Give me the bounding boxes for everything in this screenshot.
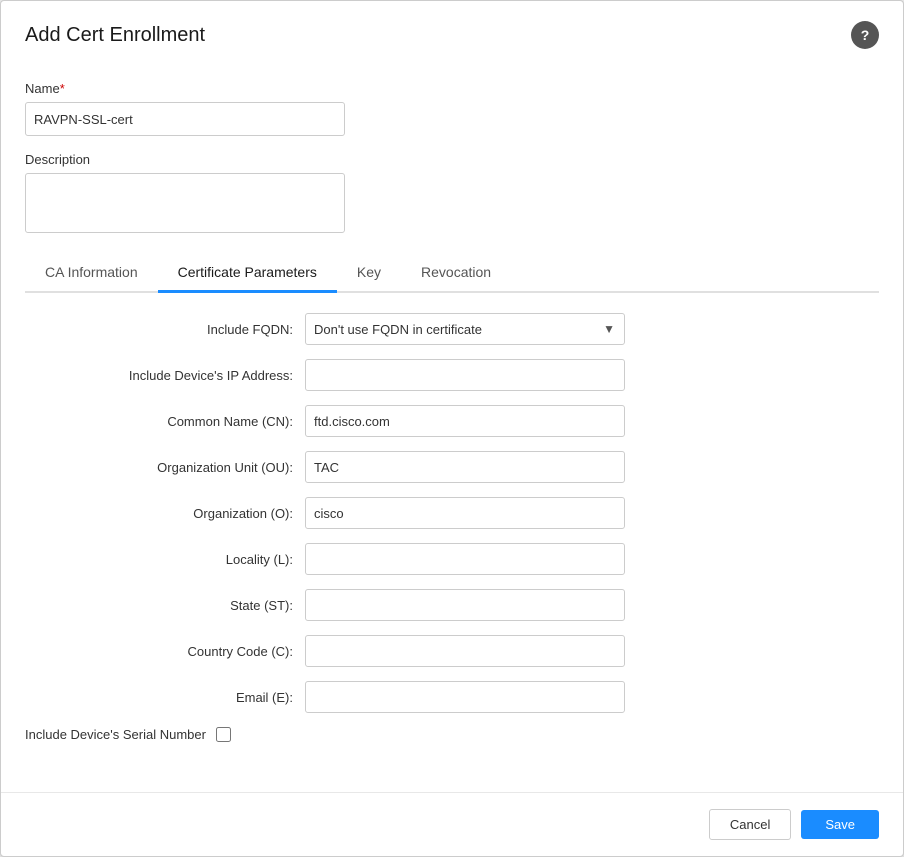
state-input-wrapper xyxy=(305,589,879,621)
fqdn-label: Include FQDN: xyxy=(25,322,305,337)
description-label: Description xyxy=(25,152,879,167)
email-input[interactable] xyxy=(305,681,625,713)
org-unit-row: Organization Unit (OU): xyxy=(25,451,879,483)
name-section: Name* xyxy=(25,81,879,136)
email-row: Email (E): xyxy=(25,681,879,713)
state-label: State (ST): xyxy=(25,598,305,613)
description-section: Description xyxy=(25,152,879,238)
serial-number-checkbox[interactable] xyxy=(216,727,231,742)
fqdn-row: Include FQDN: Don't use FQDN in certific… xyxy=(25,313,879,345)
description-input[interactable] xyxy=(25,173,345,233)
locality-row: Locality (L): xyxy=(25,543,879,575)
name-input[interactable] xyxy=(25,102,345,136)
locality-label: Locality (L): xyxy=(25,552,305,567)
org-unit-input[interactable] xyxy=(305,451,625,483)
dialog-title: Add Cert Enrollment xyxy=(25,24,205,47)
save-button[interactable]: Save xyxy=(801,810,879,839)
org-input[interactable] xyxy=(305,497,625,529)
dialog-body: Name* Description CA Information Certifi… xyxy=(1,65,903,792)
common-name-label: Common Name (CN): xyxy=(25,414,305,429)
email-label: Email (E): xyxy=(25,690,305,705)
fqdn-input-wrapper: Don't use FQDN in certificate Use device… xyxy=(305,313,879,345)
country-code-input[interactable] xyxy=(305,635,625,667)
org-unit-label: Organization Unit (OU): xyxy=(25,460,305,475)
help-icon[interactable]: ? xyxy=(851,21,879,49)
dialog-header: Add Cert Enrollment ? xyxy=(1,1,903,65)
tabs-container: CA Information Certificate Parameters Ke… xyxy=(25,254,879,293)
country-code-input-wrapper xyxy=(305,635,879,667)
common-name-row: Common Name (CN): xyxy=(25,405,879,437)
tab-revocation[interactable]: Revocation xyxy=(401,254,511,293)
serial-number-label: Include Device's Serial Number xyxy=(25,727,206,742)
cancel-button[interactable]: Cancel xyxy=(709,809,791,840)
add-cert-enrollment-dialog: Add Cert Enrollment ? Name* Description … xyxy=(0,0,904,857)
tab-key[interactable]: Key xyxy=(337,254,401,293)
ip-address-input[interactable] xyxy=(305,359,625,391)
fqdn-select[interactable]: Don't use FQDN in certificate Use device… xyxy=(305,313,625,345)
country-code-row: Country Code (C): xyxy=(25,635,879,667)
state-input[interactable] xyxy=(305,589,625,621)
tab-certificate-parameters[interactable]: Certificate Parameters xyxy=(158,254,337,293)
dialog-footer: Cancel Save xyxy=(1,792,903,856)
common-name-input-wrapper xyxy=(305,405,879,437)
ip-address-row: Include Device's IP Address: xyxy=(25,359,879,391)
ip-address-label: Include Device's IP Address: xyxy=(25,368,305,383)
cert-params-content: Include FQDN: Don't use FQDN in certific… xyxy=(25,293,879,776)
serial-number-row: Include Device's Serial Number xyxy=(25,727,879,742)
org-row: Organization (O): xyxy=(25,497,879,529)
org-input-wrapper xyxy=(305,497,879,529)
ip-address-input-wrapper xyxy=(305,359,879,391)
state-row: State (ST): xyxy=(25,589,879,621)
country-code-label: Country Code (C): xyxy=(25,644,305,659)
org-unit-input-wrapper xyxy=(305,451,879,483)
email-input-wrapper xyxy=(305,681,879,713)
tab-ca-information[interactable]: CA Information xyxy=(25,254,158,293)
org-label: Organization (O): xyxy=(25,506,305,521)
name-label: Name* xyxy=(25,81,879,96)
fqdn-select-wrapper: Don't use FQDN in certificate Use device… xyxy=(305,313,625,345)
common-name-input[interactable] xyxy=(305,405,625,437)
locality-input[interactable] xyxy=(305,543,625,575)
locality-input-wrapper xyxy=(305,543,879,575)
